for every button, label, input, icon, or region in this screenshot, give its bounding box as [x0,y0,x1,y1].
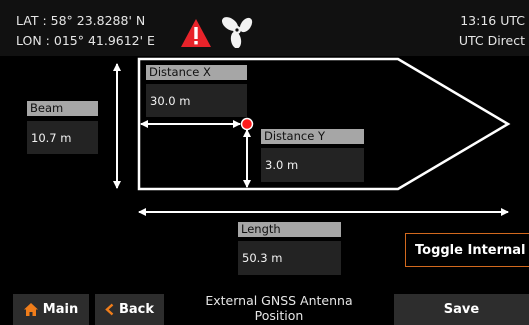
main-button-label: Main [42,302,79,317]
utc-time: 13:16 UTC [460,13,525,28]
page-title: External GNSS Antenna Position [170,293,388,323]
save-button[interactable]: Save [394,294,529,325]
home-icon [23,303,38,316]
time-source: UTC Direct [458,33,525,48]
back-button-label: Back [118,302,155,317]
distance-y-label: Distance Y [261,129,364,144]
status-header: LAT : 58° 23.8288' N LON : 015° 41.9612'… [0,0,529,56]
length-value[interactable]: 50.3 m [238,241,341,275]
antenna-position-screen: LAT : 58° 23.8288' N LON : 015° 41.9612'… [0,0,529,325]
main-button[interactable]: Main [13,294,89,325]
distance-y-value[interactable]: 3.0 m [261,148,364,182]
toggle-internal-button[interactable]: Toggle Internal [405,233,529,267]
back-button[interactable]: Back [95,294,164,325]
antenna-position-marker [240,117,254,131]
page-title-line1: External GNSS Antenna [205,293,353,308]
distance-x-value[interactable]: 30.0 m [146,84,247,117]
chevron-left-icon [105,303,114,316]
latitude-readout: LAT : 58° 23.8288' N [16,13,146,28]
length-label: Length [238,222,341,237]
longitude-readout: LON : 015° 41.9612' E [16,33,155,48]
save-button-label: Save [443,302,480,317]
page-title-line2: Position [254,308,304,323]
distance-x-label: Distance X [146,65,247,80]
beam-value[interactable]: 10.7 m [27,121,98,154]
warning-triangle-icon[interactable] [180,18,212,48]
fan-icon [221,17,253,48]
beam-label: Beam [27,101,98,116]
